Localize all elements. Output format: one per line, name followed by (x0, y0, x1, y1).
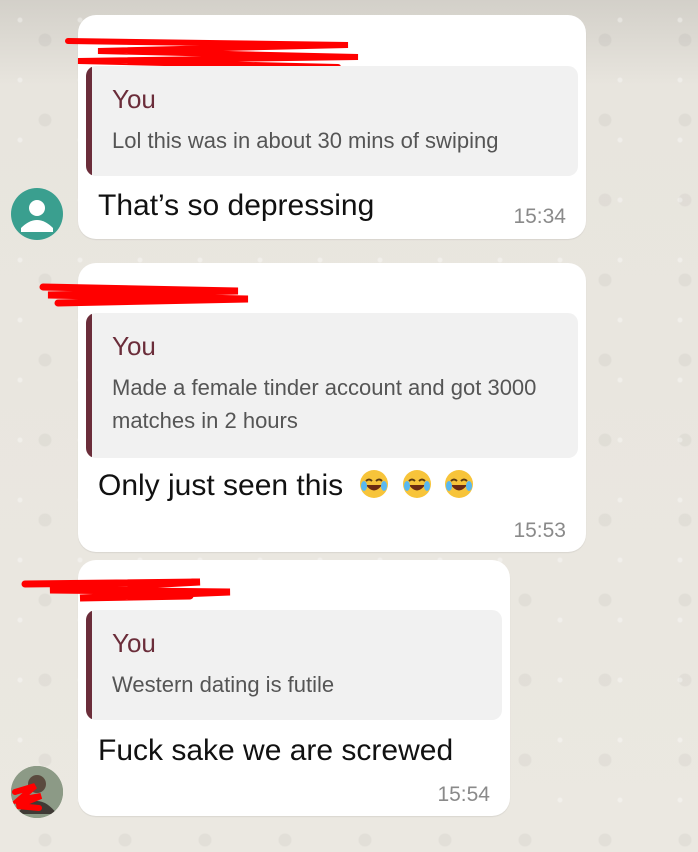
message-text: That’s so depressing (98, 189, 375, 222)
quoted-author: You (112, 84, 156, 114)
sender-avatar[interactable] (11, 188, 63, 240)
message-text: Only just seen this (98, 469, 474, 503)
quote-accent-bar (86, 66, 92, 176)
message-text-content: Only just seen this (98, 469, 344, 502)
quote-accent-bar (86, 313, 92, 458)
laughing-emoji-icon (360, 470, 389, 498)
message-time: 15:34 (513, 205, 566, 228)
message-time: 15:53 (513, 519, 566, 542)
quoted-text: Lol this was in about 30 mins of swiping (112, 128, 499, 153)
quoted-author: You (112, 331, 156, 361)
emoji-group (355, 469, 474, 502)
message-bubble[interactable]: You Western dating is futile Fuck sake w… (21, 560, 510, 816)
quoted-author: You (112, 628, 156, 658)
default-avatar-icon (21, 200, 53, 232)
quoted-text: Western dating is futile (112, 672, 335, 697)
message-bubble[interactable]: You Made a female tinder account and got… (39, 263, 586, 552)
quoted-message[interactable]: You Western dating is futile (86, 610, 502, 720)
photo-avatar-icon (11, 766, 63, 818)
message-bubble[interactable]: You Lol this was in about 30 mins of swi… (65, 15, 586, 239)
sender-avatar[interactable] (11, 766, 63, 818)
quote-accent-bar (86, 610, 92, 720)
quoted-message[interactable]: You Made a female tinder account and got… (86, 313, 578, 458)
laughing-emoji-icon (445, 470, 474, 498)
message-time: 15:54 (437, 783, 490, 806)
laughing-emoji-icon (402, 470, 431, 498)
quoted-text: Made a female tinder account and got 300… (112, 375, 537, 433)
message-text: Fuck sake we are screwed (98, 734, 454, 767)
quoted-message[interactable]: You Lol this was in about 30 mins of swi… (86, 66, 578, 176)
